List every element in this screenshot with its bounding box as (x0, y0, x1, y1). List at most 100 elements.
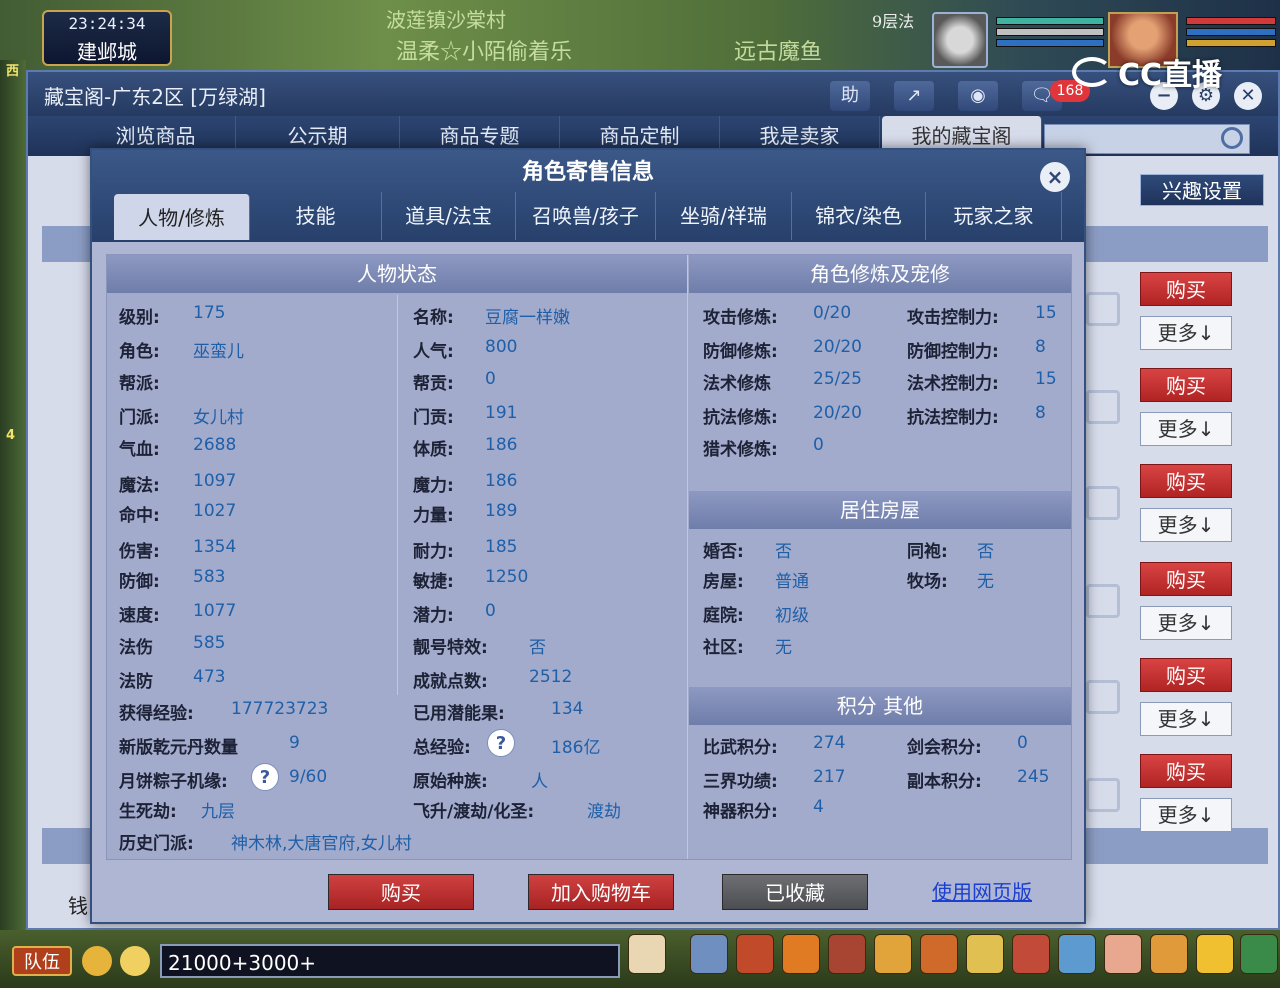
add-to-cart-button[interactable]: 加入购物车 (528, 874, 674, 910)
help-icon[interactable]: ? (251, 763, 279, 791)
list-buy-button[interactable]: 购买 (1140, 272, 1232, 306)
buy-button[interactable]: 购买 (328, 874, 474, 910)
help-button[interactable]: 助 (830, 81, 870, 111)
role-sale-info-dialog: 角色寄售信息 × 人物/修炼 技能 道具/法宝 召唤兽/孩子 坐骑/祥瑞 锦衣/… (90, 148, 1086, 924)
cart-icon[interactable] (1086, 390, 1120, 424)
close-icon: ✕ (1240, 85, 1256, 106)
cart-icon[interactable] (1086, 680, 1120, 714)
bag-icon[interactable] (736, 934, 774, 974)
handshake-icon[interactable] (1150, 934, 1188, 974)
dialog-header: 角色寄售信息 × 人物/修炼 技能 道具/法宝 召唤兽/孩子 坐骑/祥瑞 锦衣/… (92, 150, 1084, 242)
team-button[interactable]: 队伍 (12, 946, 72, 976)
tab-mounts[interactable]: 坐骑/祥瑞 (656, 192, 792, 240)
field-label: 三界功绩: (703, 772, 778, 792)
tab-skills[interactable]: 技能 (250, 192, 382, 240)
field-magic-defense: 473 (193, 667, 226, 687)
use-web-version-link[interactable]: 使用网页版 (932, 876, 1032, 905)
field-attack-control: 15 (1035, 303, 1057, 323)
shop-title: 藏宝阁-广东2区 [万绿湖] (44, 85, 266, 109)
field-label: 门派: (119, 408, 160, 428)
field-label: 攻击控制力: (907, 308, 999, 328)
mail-icon[interactable] (1058, 934, 1096, 974)
list-more-button[interactable]: 更多↓ (1140, 316, 1232, 350)
system-icon[interactable] (1240, 934, 1278, 974)
chat-input[interactable]: 21000+3000+ (160, 944, 620, 978)
field-label: 耐力: (413, 542, 454, 562)
list-more-button[interactable]: 更多↓ (1140, 412, 1232, 446)
field-label: 力量: (413, 506, 454, 526)
tab-character-cultivation[interactable]: 人物/修炼 (114, 194, 250, 240)
field-magic-damage: 585 (193, 633, 226, 653)
microphone-icon[interactable] (82, 946, 112, 976)
list-buy-button[interactable]: 购买 (1140, 754, 1232, 788)
field-label: 月饼粽子机缘: (119, 772, 228, 792)
list-buy-button[interactable]: 购买 (1140, 368, 1232, 402)
record-button[interactable]: ◉ (958, 81, 998, 111)
hud-scroll-text-2: 温柔☆小陌偷着乐 (396, 40, 573, 65)
tab-player-home[interactable]: 玩家之家 (926, 192, 1062, 240)
guild-icon[interactable] (874, 934, 912, 974)
field-dungeon-score: 245 (1017, 767, 1050, 787)
dialog-close-button[interactable]: × (1040, 162, 1070, 192)
field-resist-control: 8 (1035, 403, 1046, 423)
interest-settings-button[interactable]: 兴趣设置 (1140, 174, 1264, 206)
list-buy-button[interactable]: 购买 (1140, 658, 1232, 692)
current-city: 建邺城 (77, 40, 137, 64)
field-mp: 1097 (193, 471, 237, 491)
list-more-button[interactable]: 更多↓ (1140, 508, 1232, 542)
cart-icon[interactable] (1086, 486, 1120, 520)
field-label: 帮派: (119, 374, 160, 394)
favorited-button[interactable]: 已收藏 (722, 874, 868, 910)
dialog-title: 角色寄售信息 (521, 160, 654, 185)
scroll-icon[interactable] (966, 934, 1004, 974)
field-pvp-score: 274 (813, 733, 846, 753)
list-buy-button[interactable]: 购买 (1140, 562, 1232, 596)
field-label: 原始种族: (413, 772, 488, 792)
list-buy-button[interactable]: 购买 (1140, 464, 1232, 498)
field-label: 靓号特效: (413, 638, 488, 658)
list-more-button[interactable]: 更多↓ (1140, 702, 1232, 736)
tab-outfits[interactable]: 锦衣/染色 (792, 192, 926, 240)
cart-icon[interactable] (1086, 292, 1120, 326)
weapon-icon[interactable] (690, 934, 728, 974)
field-label: 速度: (119, 606, 160, 626)
clock-time: 23:24:34 (68, 14, 146, 33)
field-label: 社区: (703, 638, 744, 658)
task-icon[interactable] (920, 934, 958, 974)
field-hunting-cultivation: 0 (813, 435, 824, 455)
field-damage: 1354 (193, 537, 237, 557)
cart-icon[interactable] (1086, 584, 1120, 618)
cart-icon[interactable] (1086, 778, 1120, 812)
tab-pets[interactable]: 召唤兽/孩子 (516, 192, 656, 240)
money-label: 钱 (68, 894, 88, 918)
list-more-button[interactable]: 更多↓ (1140, 798, 1232, 832)
left-mark-number: 4 (6, 428, 16, 443)
field-school: 女儿村 (193, 408, 244, 428)
list-more-button[interactable]: 更多↓ (1140, 606, 1232, 640)
search-icon[interactable] (1221, 127, 1243, 149)
quick-item-icon[interactable] (628, 934, 666, 974)
left-minimap-strip: 西 4 (0, 60, 26, 940)
smile-icon[interactable] (1196, 934, 1234, 974)
share-button[interactable]: ↗ (894, 81, 934, 111)
field-label: 抗法控制力: (907, 408, 999, 428)
help-icon[interactable]: ? (487, 729, 515, 757)
pet-avatar[interactable] (932, 12, 988, 68)
field-label: 已用潜能果: (413, 704, 505, 724)
field-label: 成就点数: (413, 672, 488, 692)
tab-items[interactable]: 道具/法宝 (382, 192, 516, 240)
peach-icon[interactable] (1104, 934, 1142, 974)
field-label: 副本积分: (907, 772, 982, 792)
chat-emote-icon[interactable] (120, 946, 150, 976)
game-clock: 23:24:34 建邺城 (42, 10, 172, 66)
field-label: 气血: (119, 440, 160, 460)
field-label: 同袍: (907, 542, 948, 562)
field-sword-score: 0 (1017, 733, 1028, 753)
field-defense-control: 8 (1035, 337, 1046, 357)
friend-icon[interactable] (828, 934, 866, 974)
window-close-button[interactable]: ✕ (1234, 82, 1262, 110)
gift-icon[interactable] (1012, 934, 1050, 974)
field-name: 豆腐一样嫩 (485, 308, 570, 328)
field-role: 巫蛮儿 (193, 342, 244, 362)
skill-icon[interactable] (782, 934, 820, 974)
